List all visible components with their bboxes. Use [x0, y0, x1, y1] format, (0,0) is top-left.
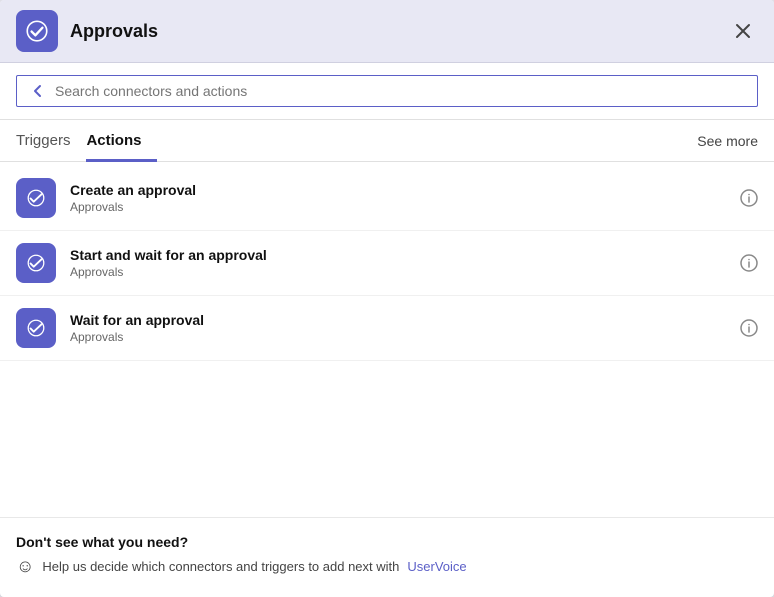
- action-name-wait-approval: Wait for an approval: [70, 312, 726, 328]
- action-name-start-wait-approval: Start and wait for an approval: [70, 247, 726, 263]
- action-icon-create-approval: [16, 178, 56, 218]
- action-sub-create-approval: Approvals: [70, 200, 726, 214]
- tabs-row: Triggers Actions See more: [0, 120, 774, 162]
- action-sub-start-wait-approval: Approvals: [70, 265, 726, 279]
- action-text-wait-approval: Wait for an approval Approvals: [70, 312, 726, 344]
- action-icon-start-wait-approval: [16, 243, 56, 283]
- smiley-icon: ☺: [16, 556, 34, 577]
- footer-text-row: ☺ Help us decide which connectors and tr…: [16, 556, 758, 577]
- search-inner: [16, 75, 758, 107]
- info-button-wait-approval[interactable]: [740, 319, 758, 337]
- action-text-create-approval: Create an approval Approvals: [70, 182, 726, 214]
- approvals-header-icon: [16, 10, 58, 52]
- action-list: Create an approval Approvals: [0, 162, 774, 517]
- action-item-create-approval[interactable]: Create an approval Approvals: [0, 166, 774, 231]
- info-button-create-approval[interactable]: [740, 189, 758, 207]
- footer-title: Don't see what you need?: [16, 534, 758, 550]
- action-sub-wait-approval: Approvals: [70, 330, 726, 344]
- approvals-modal: Approvals Triggers Actions See more: [0, 0, 774, 597]
- action-item-start-wait-approval[interactable]: Start and wait for an approval Approvals: [0, 231, 774, 296]
- search-back-button[interactable]: [29, 82, 47, 100]
- action-name-create-approval: Create an approval: [70, 182, 726, 198]
- action-text-start-wait-approval: Start and wait for an approval Approvals: [70, 247, 726, 279]
- action-item-wait-approval[interactable]: Wait for an approval Approvals: [0, 296, 774, 361]
- info-button-start-wait-approval[interactable]: [740, 254, 758, 272]
- tab-triggers[interactable]: Triggers: [16, 120, 86, 162]
- see-more-button[interactable]: See more: [697, 133, 758, 149]
- search-bar: [0, 63, 774, 120]
- close-button[interactable]: [728, 16, 758, 46]
- search-input[interactable]: [55, 83, 745, 99]
- tab-actions[interactable]: Actions: [86, 120, 157, 162]
- footer-section: Don't see what you need? ☺ Help us decid…: [0, 517, 774, 597]
- uservoice-link[interactable]: UserVoice: [407, 559, 466, 574]
- modal-title: Approvals: [70, 21, 716, 42]
- action-icon-wait-approval: [16, 308, 56, 348]
- footer-text: Help us decide which connectors and trig…: [42, 559, 399, 574]
- modal-header: Approvals: [0, 0, 774, 63]
